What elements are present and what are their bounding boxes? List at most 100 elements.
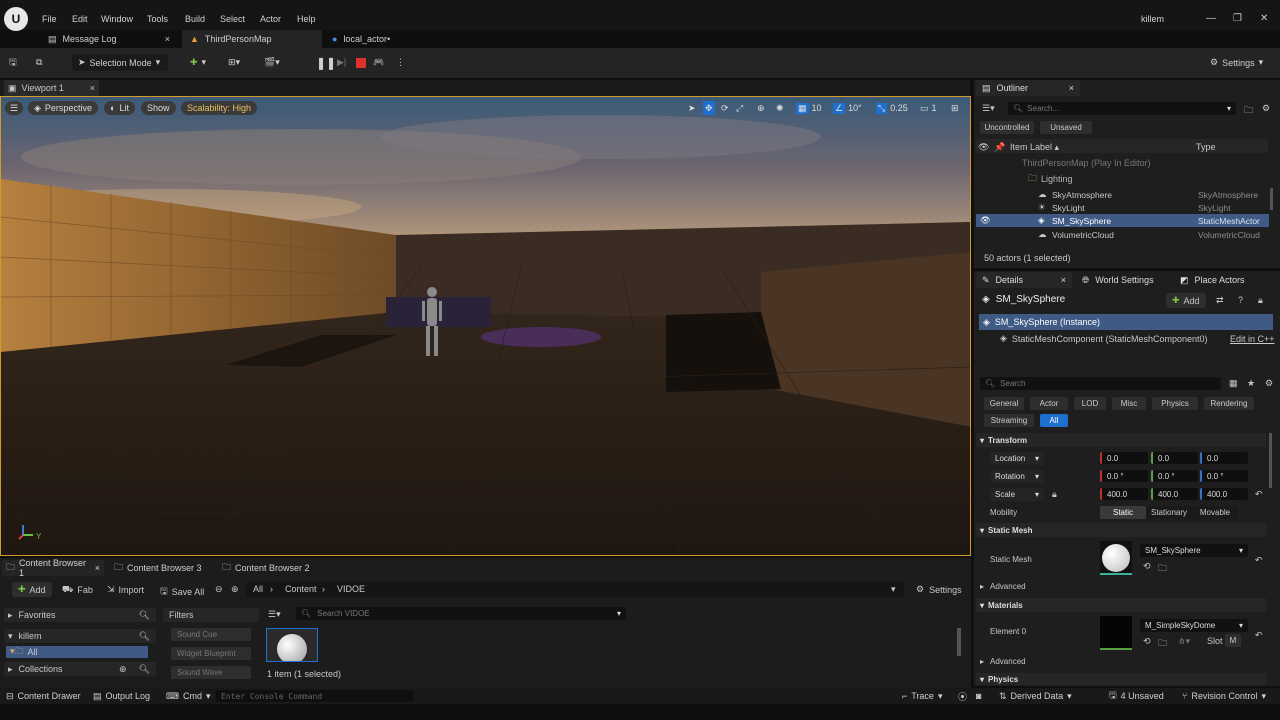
filter-uncontrolled[interactable]: Uncontrolled (980, 121, 1034, 134)
tab-world-settings[interactable]: 🌐︎ World Settings (1076, 272, 1172, 288)
search-icon[interactable]: 🔍︎ (139, 631, 150, 642)
content-drawer-button[interactable]: ⊟ Content Drawer (6, 690, 81, 702)
scale-snap-button[interactable]: ⤡ 0.25 (876, 101, 908, 115)
collections-header[interactable]: ▸ Collections ⊕ 🔍︎ (4, 662, 156, 676)
tab-place-actors[interactable]: ◩ Place Actors (1174, 272, 1270, 288)
save-all-button[interactable]: 🖫 Save All (160, 584, 204, 600)
fab-button[interactable]: ⛟ Fab (62, 584, 93, 596)
more-options-icon[interactable]: ⋮ (396, 54, 405, 71)
folder-lighting[interactable]: 🗀 Lighting (1028, 171, 1073, 187)
perspective-button[interactable]: ◈ Perspective (28, 101, 98, 115)
rotation-dropdown[interactable]: Rotation ▾ (990, 470, 1044, 483)
item-label-header[interactable]: Item Label ▴ (1010, 142, 1059, 153)
tab-details[interactable]: ✎ Details × (976, 272, 1072, 288)
outliner-row[interactable]: ☁ SkyAtmosphere SkyAtmosphere (976, 188, 1269, 201)
type-header[interactable]: Type (1196, 142, 1216, 152)
search-icon[interactable]: 🔍︎ (139, 664, 150, 675)
menu-tools[interactable]: Tools (147, 14, 168, 24)
cat-misc[interactable]: Misc (1112, 397, 1146, 410)
back-icon[interactable]: ⊖ (215, 584, 223, 595)
outliner-row[interactable]: ☀ SkyLight SkyLight (976, 201, 1269, 214)
rotation-y[interactable]: 0.0 ° (1151, 470, 1198, 482)
blueprint-convert-icon[interactable]: ⇄ (1216, 295, 1224, 306)
console-input[interactable]: Enter Console Command (216, 690, 414, 702)
star-icon[interactable]: ★ (1247, 378, 1255, 389)
folder-add-icon[interactable]: 🗀 (1244, 103, 1253, 119)
unsaved-button[interactable]: 🖫 4 Unsaved (1109, 690, 1164, 702)
output-log-button[interactable]: ▤ Output Log (93, 690, 150, 702)
pause-icon[interactable]: ❚❚ (316, 54, 336, 71)
browse-icon[interactable]: 🗀 (1158, 636, 1167, 652)
static-mesh-picker[interactable]: SM_SkySphere ▾ (1140, 544, 1248, 557)
chevron-down-icon[interactable]: ▾ (891, 584, 896, 595)
user-folder-header[interactable]: ▾ killem 🔍︎ (4, 629, 156, 643)
location-x[interactable]: 0.0 (1100, 452, 1148, 464)
scalability-button[interactable]: Scalability: High (181, 101, 258, 115)
visibility-icon[interactable]: 👁 (980, 215, 991, 226)
tab-outliner[interactable]: ▤ Outliner × (976, 80, 1080, 96)
camera-speed-button[interactable]: ▭ 1 (920, 101, 937, 115)
location-y[interactable]: 0.0 (1151, 452, 1198, 464)
reset-icon[interactable]: ↶ (1255, 555, 1263, 566)
rotation-z[interactable]: 0.0 ° (1200, 470, 1248, 482)
settings-button[interactable]: ⚙ Settings ▾ (1210, 54, 1263, 71)
section-physics[interactable]: ▾ Physics (976, 673, 1266, 685)
show-button[interactable]: Show (141, 101, 176, 115)
forward-icon[interactable]: ⊕ (231, 584, 239, 595)
step-icon[interactable]: ▶| (337, 54, 346, 71)
outliner-row[interactable]: ☁ VolumetricCloud VolumetricCloud (976, 228, 1269, 241)
path-vidoe[interactable]: VIDOE (337, 584, 365, 594)
tab-content-browser-3[interactable]: 🗀 Content Browser 3 (110, 560, 206, 576)
menu-actor[interactable]: Actor (260, 14, 281, 24)
menu-file[interactable]: File (42, 14, 57, 24)
scale-tool-icon[interactable]: ⤢ (736, 101, 743, 115)
path-all[interactable]: All (253, 584, 263, 594)
use-selected-icon[interactable]: ⟲ (1143, 636, 1151, 647)
component-instance-row[interactable]: ◈ SM_SkySphere (Instance) (979, 314, 1273, 330)
tab-close-icon[interactable]: × (90, 83, 95, 93)
help-icon[interactable]: ? (1238, 295, 1243, 305)
minimize-icon[interactable]: — (1206, 13, 1216, 24)
material-thumbnail[interactable] (1100, 616, 1132, 650)
material-picker[interactable]: M_SimpleSkyDome ▾ (1140, 619, 1248, 632)
camera-icon[interactable]: ◙ (976, 690, 981, 702)
outliner-scrollbar[interactable] (1270, 188, 1273, 210)
selection-mode-dropdown[interactable]: ➤ Selection Mode ▾ (72, 54, 168, 71)
cinematics-icon[interactable]: 🎬▾ (264, 54, 280, 71)
search-icon[interactable]: 🔍︎ (139, 610, 150, 621)
filter-widget-blueprint[interactable]: Widget Blueprint (171, 647, 251, 660)
rotation-snap-button[interactable]: ∠ 10° (833, 101, 862, 115)
record-icon[interactable]: ⦿ (958, 690, 967, 702)
filter-unsaved[interactable]: Unsaved (1040, 121, 1092, 134)
asset-scrollbar[interactable] (957, 628, 961, 656)
cat-rendering[interactable]: Rendering (1204, 397, 1254, 410)
menu-edit[interactable]: Edit (72, 14, 88, 24)
visibility-column-icon[interactable]: 👁 (978, 142, 989, 153)
filter-sound-cue[interactable]: Sound Cue (171, 628, 251, 641)
browse-icon[interactable]: 🗀 (1158, 561, 1167, 577)
reset-icon[interactable]: ↶ (1255, 489, 1263, 500)
close-icon[interactable]: ✕ (1260, 13, 1268, 24)
trace-button[interactable]: ⌐ Trace ▾ (902, 690, 942, 702)
blueprint-menu-icon[interactable]: ⊞▾ (228, 54, 240, 71)
cat-actor[interactable]: Actor (1030, 397, 1068, 410)
outliner-row-selected[interactable]: 👁 ◈ SM_SkySphere StaticMeshActor (976, 214, 1269, 227)
cat-streaming[interactable]: Streaming (984, 414, 1034, 427)
mobility-static[interactable]: Static (1100, 506, 1146, 519)
unreal-logo-icon[interactable]: U (4, 7, 28, 31)
filter-icon[interactable]: ☰▾ (982, 103, 995, 114)
scale-z[interactable]: 400.0 (1200, 488, 1248, 500)
grid-snap-button[interactable]: ▦ 10 (796, 101, 822, 115)
section-transform[interactable]: ▾ Transform (976, 433, 1266, 447)
scale-dropdown[interactable]: Scale ▾ (990, 488, 1044, 501)
scale-y[interactable]: 400.0 (1151, 488, 1198, 500)
mobility-movable[interactable]: Movable (1192, 506, 1238, 519)
level-viewport[interactable] (0, 96, 971, 556)
tab-content-browser-2[interactable]: 🗀 Content Browser 2 (218, 560, 314, 576)
eject-icon[interactable]: 🎮 (373, 54, 384, 71)
add-component-button[interactable]: ✚ Add (1166, 293, 1206, 308)
details-scrollbar[interactable] (1269, 433, 1272, 488)
lit-button[interactable]: ◐ Lit (104, 101, 135, 115)
content-search-input[interactable]: 🔍︎ Search VIDOE ▾ (296, 607, 626, 620)
mesh-thumbnail[interactable] (1100, 541, 1132, 575)
